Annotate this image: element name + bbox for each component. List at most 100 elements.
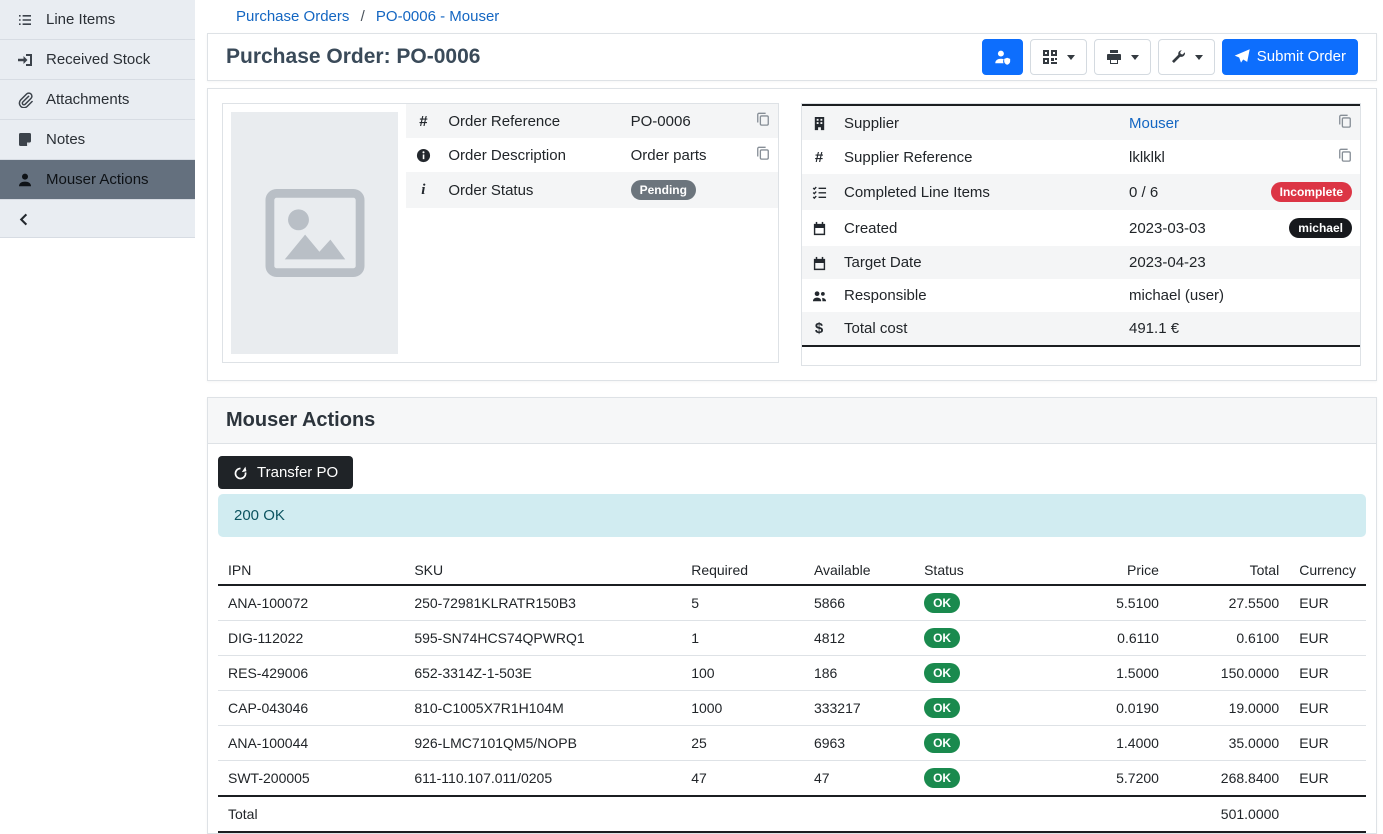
supplier-info-card: Supplier Mouser # Supplier Reference lkl…: [801, 103, 1361, 366]
cell-price: 0.6110: [1028, 621, 1169, 656]
footer-total-value: 501.0000: [1169, 796, 1289, 832]
detail-label: Target Date: [836, 246, 1121, 279]
detail-value: 491.1 €: [1121, 312, 1248, 346]
hash-icon: #: [419, 113, 427, 130]
barcode-menu-button[interactable]: [1030, 39, 1087, 75]
cell-required: 5: [681, 585, 804, 621]
status-ok-badge: OK: [924, 733, 960, 753]
detail-value: lklklkl: [1121, 140, 1248, 174]
refresh-icon: [233, 464, 248, 481]
cell-price: 5.7200: [1028, 761, 1169, 797]
breadcrumb-link-purchase-orders[interactable]: Purchase Orders: [236, 8, 349, 25]
table-row: DIG-112022 595-SN74HCS74QPWRQ1 1 4812 OK…: [218, 621, 1366, 656]
cell-required: 1000: [681, 691, 804, 726]
order-details-panel: # Order Reference PO-0006 Order Descript…: [207, 88, 1377, 381]
person-shield-icon: [994, 48, 1011, 66]
copy-icon[interactable]: [1338, 148, 1352, 162]
cell-price: 1.5000: [1028, 656, 1169, 691]
detail-row-responsible: Responsible michael (user): [802, 279, 1360, 312]
cell-total: 19.0000: [1169, 691, 1289, 726]
transfer-po-button[interactable]: Transfer PO: [218, 456, 353, 489]
mouser-actions-panel: Mouser Actions Transfer PO 200 OK IPN SK…: [207, 397, 1377, 834]
detail-label: Supplier Reference: [836, 140, 1121, 174]
detail-value: 2023-03-03: [1121, 210, 1248, 246]
sidebar-item-received-stock[interactable]: Received Stock: [0, 40, 195, 80]
cell-available: 47: [804, 761, 914, 797]
header-toolbar: Submit Order: [982, 39, 1358, 75]
detail-label: Responsible: [836, 279, 1121, 312]
users-icon: [812, 287, 827, 304]
col-header-status: Status: [914, 556, 1028, 585]
chevron-left-icon: [17, 210, 32, 227]
cell-currency: EUR: [1289, 621, 1366, 656]
paper-plane-icon: [1234, 48, 1250, 66]
detail-value: michael (user): [1121, 279, 1248, 312]
cell-price: 5.5100: [1028, 585, 1169, 621]
panel-title: Mouser Actions: [208, 398, 1376, 444]
caret-down-icon: [1131, 55, 1139, 60]
status-alert: 200 OK: [218, 494, 1366, 537]
detail-row-created: Created 2023-03-03 michael: [802, 210, 1360, 246]
user-icon: [17, 172, 33, 188]
order-info-card: # Order Reference PO-0006 Order Descript…: [222, 103, 779, 363]
qr-code-icon: [1042, 48, 1058, 66]
sidebar-item-line-items[interactable]: Line Items: [0, 0, 195, 40]
breadcrumb-link-current[interactable]: PO-0006 - Mouser: [376, 8, 499, 25]
sidebar-item-notes[interactable]: Notes: [0, 120, 195, 160]
detail-label: Order Description: [440, 138, 622, 172]
cell-sku: 926-LMC7101QM5/NOPB: [404, 726, 681, 761]
cell-sku: 250-72981KLRATR150B3: [404, 585, 681, 621]
print-menu-button[interactable]: [1094, 39, 1151, 75]
col-header-available: Available: [804, 556, 914, 585]
supplier-link[interactable]: Mouser: [1129, 115, 1179, 132]
copy-icon[interactable]: [756, 146, 770, 160]
copy-icon[interactable]: [756, 112, 770, 126]
col-header-total: Total: [1169, 556, 1289, 585]
sidebar-item-mouser-actions[interactable]: Mouser Actions: [0, 160, 195, 200]
status-ok-badge: OK: [924, 698, 960, 718]
col-header-price: Price: [1028, 556, 1169, 585]
image-icon: [249, 167, 381, 299]
incomplete-badge: Incomplete: [1271, 182, 1352, 202]
table-footer-row: Total 501.0000: [218, 796, 1366, 832]
cell-total: 0.6100: [1169, 621, 1289, 656]
cell-total: 268.8400: [1169, 761, 1289, 797]
sidebar-item-label: Attachments: [46, 90, 129, 109]
cell-currency: EUR: [1289, 761, 1366, 797]
detail-row-supplier-reference: # Supplier Reference lklklkl: [802, 140, 1360, 174]
sidebar-item-label: Received Stock: [46, 50, 150, 69]
cell-total: 27.5500: [1169, 585, 1289, 621]
user-action-button[interactable]: [982, 39, 1023, 75]
paperclip-icon: [17, 92, 33, 108]
col-header-required: Required: [681, 556, 804, 585]
cell-available: 4812: [804, 621, 914, 656]
cell-currency: EUR: [1289, 726, 1366, 761]
cell-ipn: SWT-200005: [218, 761, 404, 797]
order-status-badge: Pending: [631, 180, 696, 200]
status-ok-badge: OK: [924, 663, 960, 683]
cell-ipn: ANA-100072: [218, 585, 404, 621]
status-ok-badge: OK: [924, 628, 960, 648]
detail-row-order-status: i Order Status Pending: [406, 172, 778, 208]
detail-label: Supplier: [836, 105, 1121, 140]
submit-order-button[interactable]: Submit Order: [1222, 39, 1358, 75]
sidebar-item-label: Line Items: [46, 10, 115, 29]
info-circle-icon: [416, 147, 431, 164]
sidebar-item-attachments[interactable]: Attachments: [0, 80, 195, 120]
calendar-icon: [812, 220, 827, 237]
detail-row-order-reference: # Order Reference PO-0006: [406, 104, 778, 138]
cell-price: 0.0190: [1028, 691, 1169, 726]
order-image-placeholder[interactable]: [231, 112, 398, 354]
table-row: ANA-100044 926-LMC7101QM5/NOPB 25 6963 O…: [218, 726, 1366, 761]
sidebar-collapse-button[interactable]: [0, 200, 195, 238]
order-actions-menu-button[interactable]: [1158, 39, 1215, 75]
detail-label: Order Status: [440, 172, 622, 208]
copy-icon[interactable]: [1338, 114, 1352, 128]
cell-total: 35.0000: [1169, 726, 1289, 761]
mouser-line-items-table: IPN SKU Required Available Status Price …: [218, 556, 1366, 833]
table-row: SWT-200005 611-110.107.011/0205 47 47 OK…: [218, 761, 1366, 797]
main-content: Purchase Orders / PO-0006 - Mouser Purch…: [195, 0, 1383, 794]
col-header-ipn: IPN: [218, 556, 404, 585]
cell-ipn: ANA-100044: [218, 726, 404, 761]
detail-row-completed-line-items: Completed Line Items 0 / 6 Incomplete: [802, 174, 1360, 210]
